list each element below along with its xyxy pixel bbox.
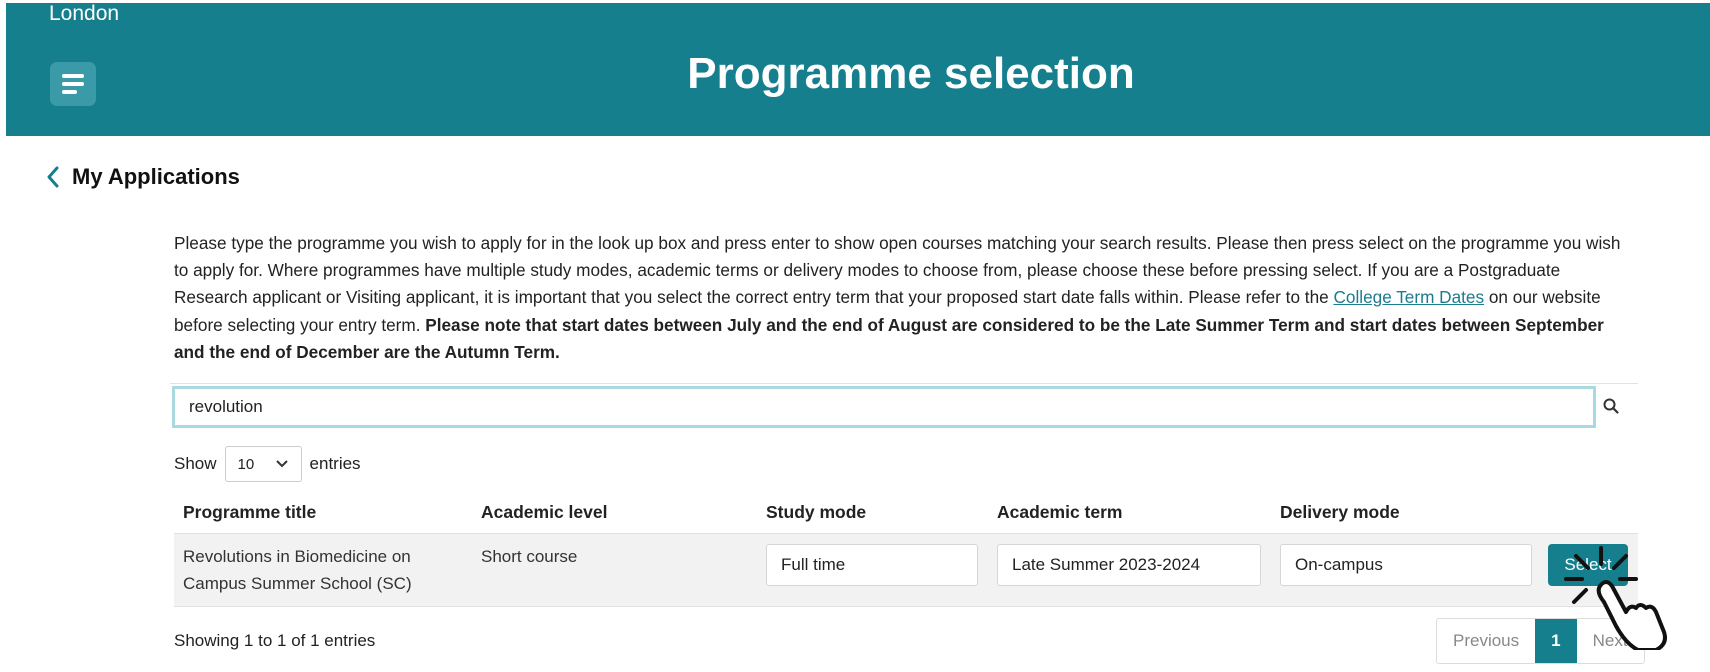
previous-page-button[interactable]: Previous (1437, 619, 1536, 663)
column-header-academic-term[interactable]: Academic term (997, 502, 1122, 523)
chevron-down-icon (275, 460, 288, 468)
column-header-programme-title[interactable]: Programme title (183, 502, 316, 523)
column-header-academic-level[interactable]: Academic level (481, 502, 607, 523)
search-bar (170, 383, 1638, 429)
search-icon[interactable] (1602, 397, 1620, 415)
programmes-table: Programme title Academic level Study mod… (174, 498, 1638, 607)
instructions-text: Please type the programme you wish to ap… (174, 230, 1634, 366)
study-mode-select[interactable]: Full time (766, 544, 978, 586)
table-info: Showing 1 to 1 of 1 entries (174, 631, 376, 650)
chevron-left-icon (47, 166, 59, 188)
back-link-label: My Applications (72, 164, 240, 189)
entries-label: entries (309, 454, 361, 473)
page-header: London Programme selection (6, 3, 1710, 136)
academic-level-cell: Short course (481, 547, 578, 566)
show-label: Show (174, 454, 217, 473)
programme-title-cell: Revolutions in Biomedicine on Campus Sum… (183, 547, 412, 593)
pagination: Previous 1 Next (1436, 618, 1645, 664)
entries-select[interactable]: 10 (224, 446, 302, 482)
select-programme-button[interactable]: Select (1548, 544, 1628, 586)
academic-term-select[interactable]: Late Summer 2023-2024 (997, 544, 1261, 586)
entries-length-control: Show 10 entries (174, 446, 361, 482)
org-name: London (49, 2, 120, 25)
table-header: Programme title Academic level Study mod… (174, 498, 1638, 534)
column-header-delivery-mode[interactable]: Delivery mode (1280, 502, 1400, 523)
delivery-mode-select[interactable]: On-campus (1280, 544, 1532, 586)
back-to-applications-link[interactable]: My Applications (46, 164, 240, 190)
page-title: Programme selection (687, 49, 1135, 98)
column-header-study-mode[interactable]: Study mode (766, 502, 866, 523)
college-term-dates-link[interactable]: College Term Dates (1333, 287, 1484, 307)
table-row: Revolutions in Biomedicine on Campus Sum… (174, 534, 1638, 607)
programme-search-input[interactable] (172, 386, 1596, 428)
next-page-button[interactable]: Next (1576, 619, 1644, 663)
entries-selected-value: 10 (237, 455, 255, 473)
page-1-button[interactable]: 1 (1535, 619, 1577, 663)
